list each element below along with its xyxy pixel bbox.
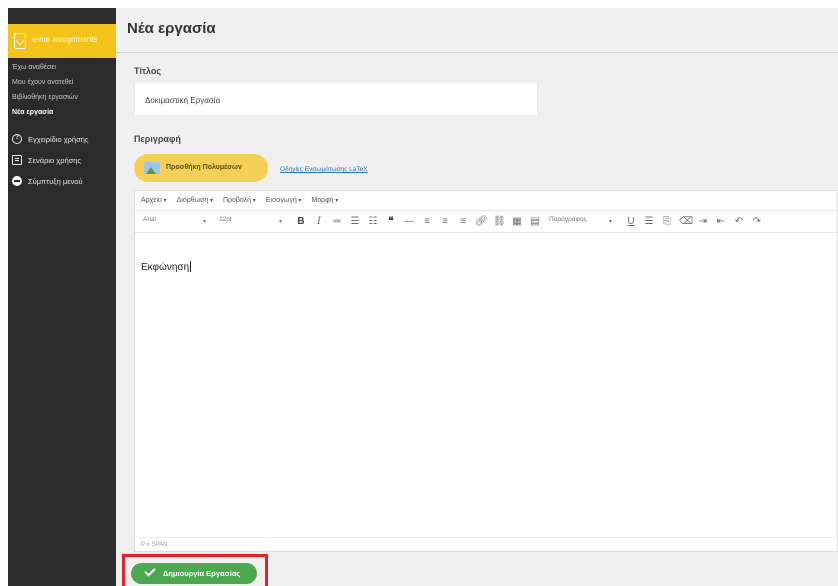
menu-format[interactable]: Μορφή (311, 197, 338, 204)
sidebar-item-label: Σενάριο χρήσης (28, 155, 82, 165)
image-icon (144, 162, 160, 174)
collapse-circle-icon (12, 176, 22, 186)
indent-icon[interactable]: ⇥ (697, 215, 709, 229)
rich-text-editor[interactable]: Αρχείο Διόρθωση Προβολή Εισαγωγή Μορφή A… (134, 190, 838, 552)
blockquote-icon[interactable]: ❝ (385, 215, 397, 229)
font-family-select[interactable]: Arial (143, 216, 156, 228)
page-title: Νέα εργασία (127, 20, 216, 37)
sidebar-item-new-assignment[interactable]: Νέα εργασία (12, 109, 53, 116)
numbered-list-icon[interactable]: ☷ (367, 215, 379, 229)
sidebar-item-manual[interactable]: Εγχειρίδιο χρήσης (12, 132, 89, 146)
image-insert-icon[interactable]: ▤ (529, 215, 541, 229)
table-icon[interactable]: ▦ (511, 215, 523, 229)
outdent-icon[interactable]: ⇤ (715, 215, 727, 229)
document-icon (12, 155, 22, 165)
link-icon[interactable]: 🔗︎ (475, 215, 488, 229)
align-center-icon[interactable]: ≡ (439, 215, 451, 229)
chevron-down-icon: ▾ (279, 219, 283, 225)
redo-icon[interactable]: ↷ (751, 215, 763, 229)
underline-icon[interactable]: U (625, 215, 637, 229)
brand-label: e-me assignments (32, 35, 98, 44)
clear-format-icon[interactable]: ⌫ (679, 215, 693, 229)
editor-content[interactable]: Εκφώνηση (141, 261, 192, 273)
menu-edit[interactable]: Διόρθωση (177, 197, 213, 204)
horizontal-rule-icon[interactable]: — (403, 215, 415, 229)
main-content: Νέα εργασία Τίτλος Δοκιμαστική Εργασία Π… (116, 8, 838, 586)
font-size-select[interactable]: 12pt (219, 216, 232, 228)
undo-icon[interactable]: ↶ (733, 215, 745, 229)
title-label: Τίτλος (134, 66, 162, 76)
latex-instructions-link[interactable]: Οδηγίες Ενσωμάτωσης LaTeX (280, 166, 368, 173)
check-icon (144, 565, 156, 577)
sidebar-item-scenario[interactable]: Σενάριο χρήσης (12, 153, 81, 167)
editor-menubar: Αρχείο Διόρθωση Προβολή Εισαγωγή Μορφή (135, 191, 837, 211)
align-right-icon[interactable]: ≡ (457, 215, 469, 229)
align-left-icon[interactable]: ≡ (421, 215, 433, 229)
title-divider (116, 52, 838, 53)
add-media-label: Προσθήκη Πολυμέσων (166, 164, 242, 171)
sidebar-item-label: Σύμπτυξη μενού (28, 176, 83, 186)
paste-icon[interactable]: ⎘ (661, 215, 673, 229)
editor-path: P » SPAN (135, 537, 837, 551)
text-caret (190, 261, 192, 272)
menu-view[interactable]: Προβολή (223, 197, 256, 204)
bullet-list-icon[interactable]: ☰ (349, 215, 361, 229)
add-media-button[interactable]: Προσθήκη Πολυμέσων (134, 154, 268, 182)
create-assignment-button[interactable]: Δημιουργία Εργασίας (131, 563, 257, 584)
menu-file[interactable]: Αρχείο (141, 197, 167, 204)
chevron-down-icon: ▾ (203, 219, 207, 225)
create-button-highlight: Δημιουργία Εργασίας (122, 554, 268, 586)
editor-toolbar: Arial ▾ 12pt ▾ B I ═ ☰ ☷ ❝ — ≡ ≡ ≡ 🔗︎ ⛓︎… (135, 211, 837, 233)
justify-icon[interactable]: ☰ (643, 215, 655, 229)
block-format-select[interactable]: Παράγραφος (549, 216, 587, 228)
menu-insert[interactable]: Εισαγωγή (266, 197, 302, 204)
chevron-down-icon: ▾ (609, 219, 613, 225)
sidebar-item-assigned-to-me[interactable]: Μου έχουν ανατεθεί (12, 79, 73, 86)
create-assignment-label: Δημιουργία Εργασίας (163, 569, 241, 578)
help-circle-icon (12, 134, 22, 144)
title-input[interactable]: Δοκιμαστική Εργασία (134, 82, 538, 116)
italic-icon[interactable]: I (313, 215, 325, 229)
sidebar: e-me assignments Έχω αναθέσει Μου έχουν … (8, 8, 132, 586)
description-label: Περιγραφή (134, 134, 181, 144)
bold-icon[interactable]: B (295, 215, 307, 229)
editor-text: Εκφώνηση (141, 262, 190, 273)
unlink-icon[interactable]: ⛓︎ (493, 215, 506, 229)
strikethrough-icon[interactable]: ═ (331, 215, 343, 229)
sidebar-item-label: Εγχειρίδιο χρήσης (28, 134, 89, 144)
sidebar-item-library[interactable]: Βιβλιοθήκη εργασιών (12, 94, 78, 101)
sidebar-item-assigned-by-me[interactable]: Έχω αναθέσει (12, 64, 56, 71)
clipboard-icon (14, 33, 26, 49)
sidebar-item-collapse[interactable]: Σύμπτυξη μενού (12, 174, 83, 188)
brand-header[interactable]: e-me assignments (8, 24, 132, 58)
